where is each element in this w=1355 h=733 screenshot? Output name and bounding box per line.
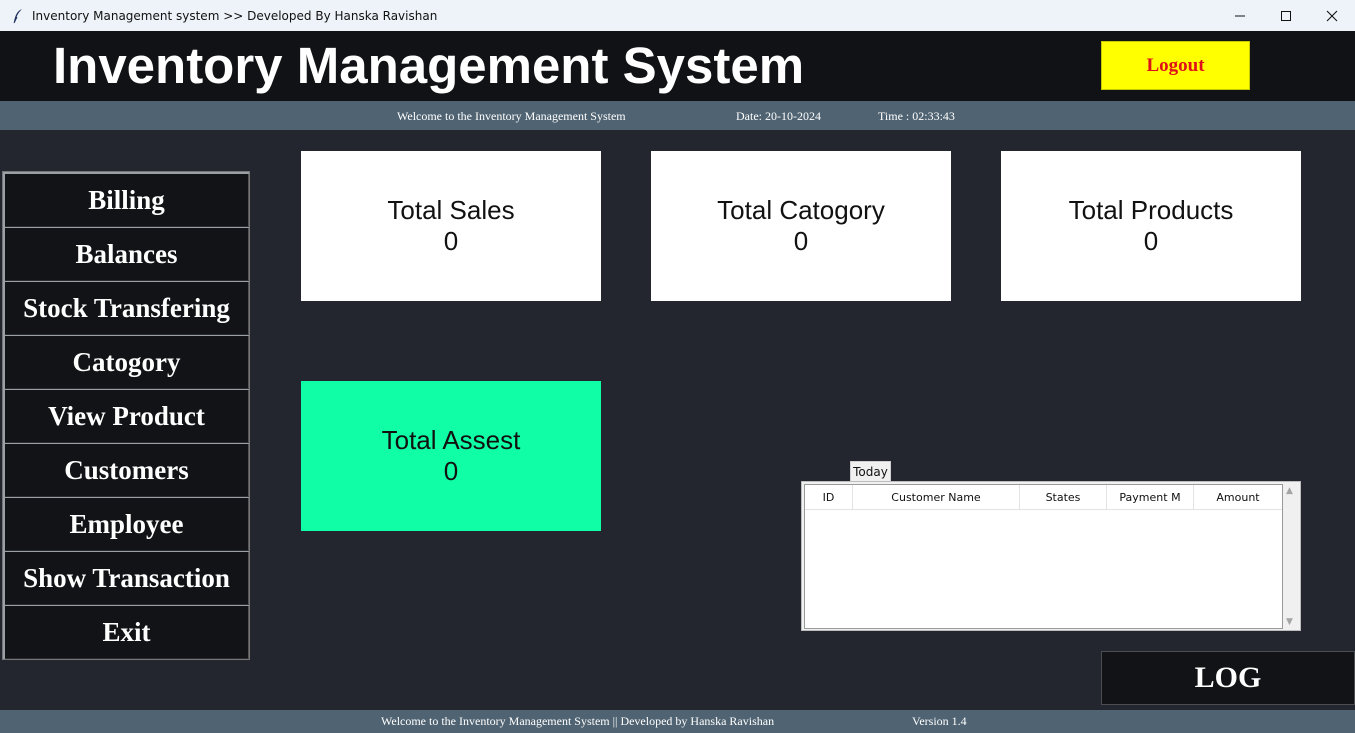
table-header: ID Customer Name States Payment M Amount bbox=[805, 485, 1282, 510]
sidebar-item-billing[interactable]: Billing bbox=[5, 174, 249, 227]
column-header-customer-name[interactable]: Customer Name bbox=[853, 485, 1020, 510]
card-label: Total Sales bbox=[387, 195, 515, 225]
welcome-text: Welcome to the Inventory Management Syst… bbox=[397, 109, 626, 123]
footer-text: Welcome to the Inventory Management Syst… bbox=[381, 714, 775, 728]
card-label: Total Products bbox=[1068, 195, 1234, 225]
sidebar-item-catogory[interactable]: Catogory bbox=[5, 336, 249, 389]
sidebar-menu: Billing Balances Stock Transfering Catog… bbox=[2, 171, 250, 660]
sidebar-item-balances[interactable]: Balances bbox=[5, 228, 249, 281]
total-sales-card: Total Sales 0 bbox=[301, 151, 601, 301]
column-header-amount[interactable]: Amount bbox=[1194, 485, 1282, 510]
date-text: Date: 20-10-2024 bbox=[736, 109, 821, 123]
card-value: 0 bbox=[443, 226, 459, 256]
close-icon[interactable] bbox=[1309, 0, 1355, 31]
sidebar-item-show-transaction[interactable]: Show Transaction bbox=[5, 552, 249, 605]
today-transactions-table: ID Customer Name States Payment M Amount… bbox=[801, 481, 1301, 631]
sidebar-item-view-product[interactable]: View Product bbox=[5, 390, 249, 443]
log-button[interactable]: LOG bbox=[1101, 651, 1355, 705]
logout-button[interactable]: Logout bbox=[1101, 41, 1250, 90]
card-label: Total Catogory bbox=[717, 195, 885, 225]
column-header-id[interactable]: ID bbox=[805, 485, 853, 510]
card-value: 0 bbox=[443, 456, 459, 486]
maximize-icon[interactable] bbox=[1263, 0, 1309, 31]
column-header-payment-method[interactable]: Payment M bbox=[1107, 485, 1194, 510]
window-title: Inventory Management system >> Developed… bbox=[32, 8, 438, 23]
footer-bar: Welcome to the Inventory Management Syst… bbox=[0, 710, 1355, 733]
minimize-icon[interactable] bbox=[1217, 0, 1263, 31]
card-label: Total Assest bbox=[381, 425, 521, 455]
app-header: Inventory Management System Logout bbox=[0, 31, 1355, 101]
status-bar: Welcome to the Inventory Management Syst… bbox=[0, 101, 1355, 130]
window-titlebar: Inventory Management system >> Developed… bbox=[0, 0, 1355, 31]
card-value: 0 bbox=[793, 226, 809, 256]
sidebar-item-stock-transfering[interactable]: Stock Transfering bbox=[5, 282, 249, 335]
total-category-card: Total Catogory 0 bbox=[651, 151, 951, 301]
feather-icon bbox=[12, 8, 26, 24]
total-assets-card: Total Assest 0 bbox=[301, 381, 601, 531]
sidebar-item-employee[interactable]: Employee bbox=[5, 498, 249, 551]
card-value: 0 bbox=[1143, 226, 1159, 256]
tab-today[interactable]: Today bbox=[850, 461, 891, 482]
time-text: Time : 02:33:43 bbox=[878, 109, 955, 123]
version-text: Version 1.4 bbox=[912, 714, 967, 728]
table-body[interactable]: ID Customer Name States Payment M Amount bbox=[804, 484, 1283, 629]
total-products-card: Total Products 0 bbox=[1001, 151, 1301, 301]
sidebar-item-customers[interactable]: Customers bbox=[5, 444, 249, 497]
column-header-states[interactable]: States bbox=[1020, 485, 1107, 510]
scroll-up-icon[interactable]: ▲ bbox=[1286, 486, 1293, 496]
app-title: Inventory Management System bbox=[53, 37, 805, 94]
sidebar-item-exit[interactable]: Exit bbox=[5, 606, 249, 659]
scroll-down-icon[interactable]: ▼ bbox=[1286, 617, 1293, 627]
vertical-scrollbar[interactable]: ▲ ▼ bbox=[1283, 484, 1299, 629]
